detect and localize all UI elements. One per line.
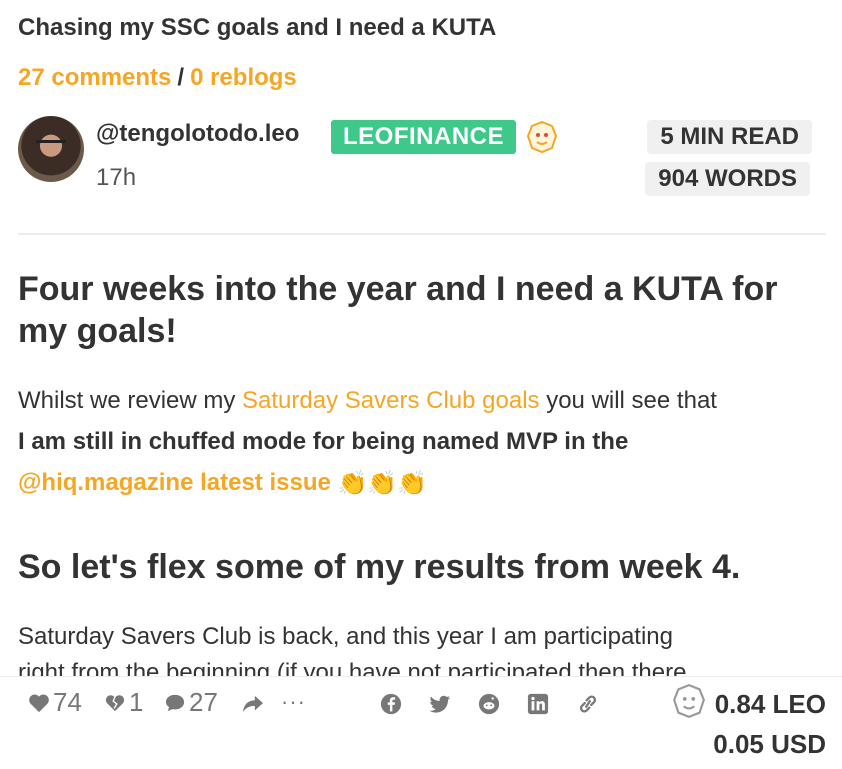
downvote-button[interactable]: 1 bbox=[104, 687, 143, 718]
post-footer: 74 1 27 ··· 0.84 LEO 0.05 USD bbox=[0, 676, 842, 769]
upvote-button[interactable]: 74 bbox=[28, 687, 82, 718]
divider bbox=[18, 233, 826, 235]
share-arrow-icon bbox=[243, 695, 263, 713]
post-title[interactable]: Chasing my SSC goals and I need a KUTA bbox=[18, 14, 496, 42]
para-bold-text: I am still in chuffed mode for being nam… bbox=[18, 428, 629, 455]
article-heading-1: Four weeks into the year and I need a KU… bbox=[18, 270, 778, 350]
broken-heart-icon bbox=[104, 693, 126, 713]
author-row: @tengolotodo.leo LEOFINANCE 17h 5 MIN RE… bbox=[18, 116, 824, 196]
article-paragraph-1: Whilst we review my Saturday Savers Club… bbox=[18, 380, 834, 504]
twitter-icon[interactable] bbox=[429, 693, 451, 715]
heart-icon bbox=[29, 694, 49, 712]
word-count-badge: 904 WORDS bbox=[645, 162, 810, 196]
read-time-badge: 5 MIN READ bbox=[647, 120, 812, 154]
para-text: you will see that bbox=[539, 387, 717, 414]
link-icon[interactable] bbox=[575, 693, 601, 715]
clap-emoji: 👏👏👏 bbox=[337, 470, 428, 498]
post-meta-links: 27 comments/0 reblogs bbox=[18, 64, 297, 92]
author-handle[interactable]: @tengolotodo.leo bbox=[96, 120, 299, 148]
facebook-icon[interactable] bbox=[380, 693, 402, 715]
downvote-count: 1 bbox=[129, 687, 144, 717]
reblog-button[interactable] bbox=[242, 694, 267, 714]
post-age: 17h bbox=[96, 164, 137, 191]
lion-icon bbox=[673, 683, 705, 719]
meta-separator: / bbox=[177, 64, 185, 91]
article-paragraph-2-cut: right from the beginning (if you have no… bbox=[18, 659, 687, 678]
reward-leo[interactable]: 0.84 LEO bbox=[715, 689, 826, 720]
reddit-icon[interactable] bbox=[478, 693, 500, 715]
article-paragraph-2: Saturday Savers Club is back, and this y… bbox=[18, 623, 673, 650]
para-text: Whilst we review my bbox=[18, 387, 243, 414]
lion-icon bbox=[526, 120, 558, 154]
community-badge[interactable]: LEOFINANCE bbox=[331, 120, 516, 154]
avatar[interactable] bbox=[18, 116, 84, 182]
more-options-button[interactable]: ··· bbox=[281, 689, 306, 715]
reblogs-link[interactable]: 0 reblogs bbox=[190, 64, 297, 91]
hiq-magazine-link[interactable]: @hiq.magazine latest issue bbox=[18, 469, 331, 496]
comments-link[interactable]: 27 comments bbox=[18, 64, 171, 91]
article-heading-2: So let's flex some of my results from we… bbox=[18, 548, 741, 586]
comment-count: 27 bbox=[189, 687, 218, 717]
comment-button[interactable]: 27 bbox=[164, 687, 218, 718]
upvote-count: 74 bbox=[53, 687, 82, 717]
saturday-savers-link[interactable]: Saturday Savers Club goals bbox=[242, 387, 540, 414]
reward-usd: 0.05 USD bbox=[713, 729, 826, 759]
linkedin-icon[interactable] bbox=[527, 693, 549, 715]
speech-bubble-icon bbox=[165, 694, 185, 711]
